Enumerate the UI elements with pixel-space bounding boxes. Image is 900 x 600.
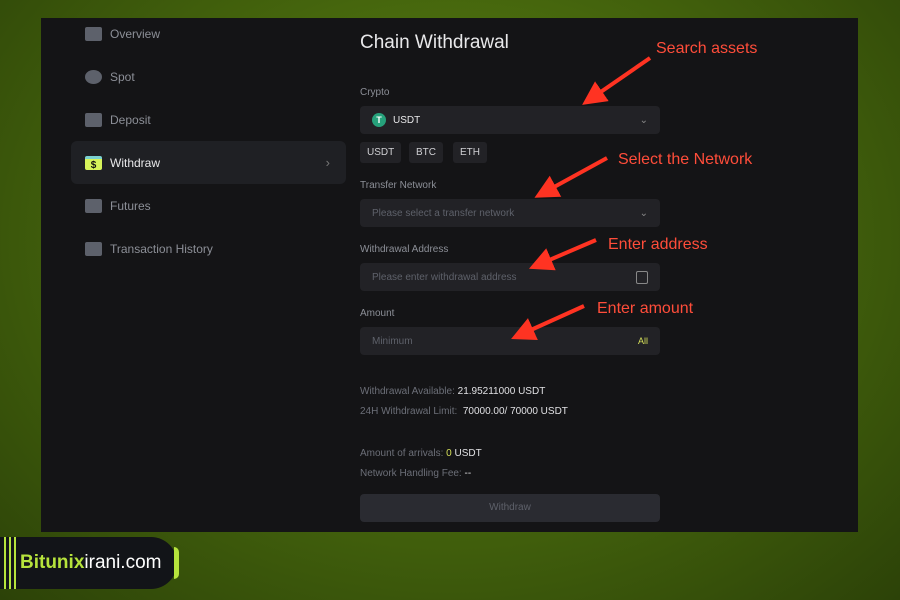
annotation-select-network: Select the Network bbox=[618, 151, 753, 168]
logo-stripes bbox=[4, 537, 18, 589]
annotation-enter-amount: Enter amount bbox=[597, 300, 694, 317]
arrow-select-network bbox=[534, 156, 608, 198]
arrow-enter-amount bbox=[511, 304, 585, 340]
annotation-enter-address: Enter address bbox=[608, 236, 708, 253]
arrow-enter-address bbox=[528, 238, 597, 271]
arrow-search-assets bbox=[582, 56, 652, 105]
annotation-arrows bbox=[511, 56, 652, 340]
annotation-search-assets: Search assets bbox=[656, 40, 758, 57]
site-logo: Bitunix irani.com bbox=[0, 537, 179, 589]
